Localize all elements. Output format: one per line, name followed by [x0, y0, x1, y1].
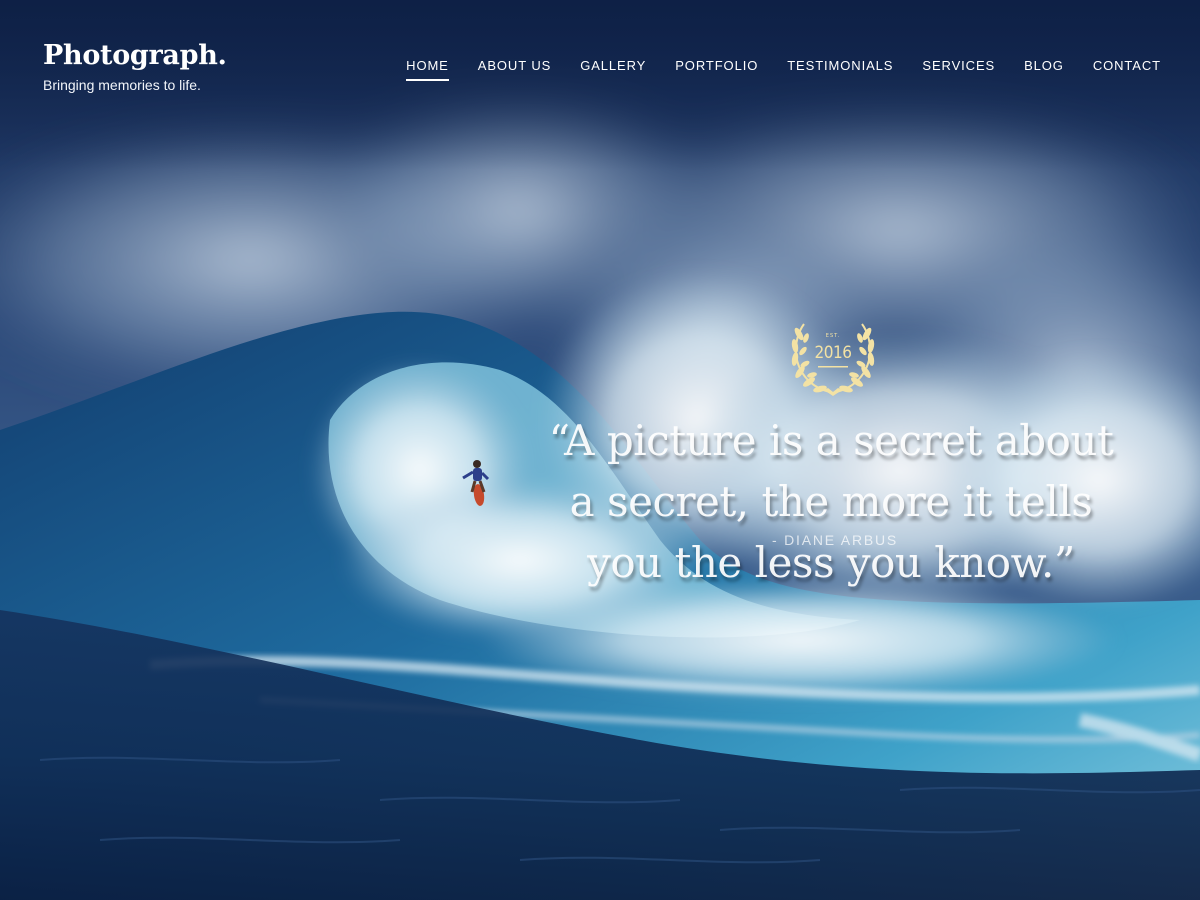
nav-item-home[interactable]: HOME — [406, 58, 449, 81]
hero-quote: “A picture is a secret about a secret, t… — [540, 410, 1122, 593]
brand-tagline: Bringing memories to life. — [43, 77, 201, 93]
nav-item-blog[interactable]: BLOG — [1024, 58, 1064, 81]
hero-section: Photograph. Bringing memories to life. H… — [0, 0, 1200, 900]
main-navigation: HOME ABOUT US GALLERY PORTFOLIO TESTIMON… — [406, 58, 1161, 81]
nav-item-about-us[interactable]: ABOUT US — [478, 58, 551, 81]
nav-item-contact[interactable]: CONTACT — [1093, 58, 1161, 81]
quote-line: “A picture is a secret about — [548, 416, 1114, 465]
badge-est-label: EST. — [825, 333, 841, 339]
nav-item-testimonials[interactable]: TESTIMONIALS — [787, 58, 893, 81]
quote-line: a secret, the more it tells — [569, 477, 1093, 526]
nav-item-gallery[interactable]: GALLERY — [580, 58, 646, 81]
nav-item-services[interactable]: SERVICES — [922, 58, 995, 81]
nav-item-portfolio[interactable]: PORTFOLIO — [675, 58, 758, 81]
quote-author: - DIANE ARBUS — [771, 532, 899, 548]
site-brand[interactable]: Photograph. Bringing memories to life. — [43, 38, 227, 94]
established-badge: EST. 2016 — [790, 316, 876, 398]
brand-logo-text[interactable]: Photograph. — [43, 38, 227, 74]
badge-year: 2016 — [814, 343, 852, 363]
